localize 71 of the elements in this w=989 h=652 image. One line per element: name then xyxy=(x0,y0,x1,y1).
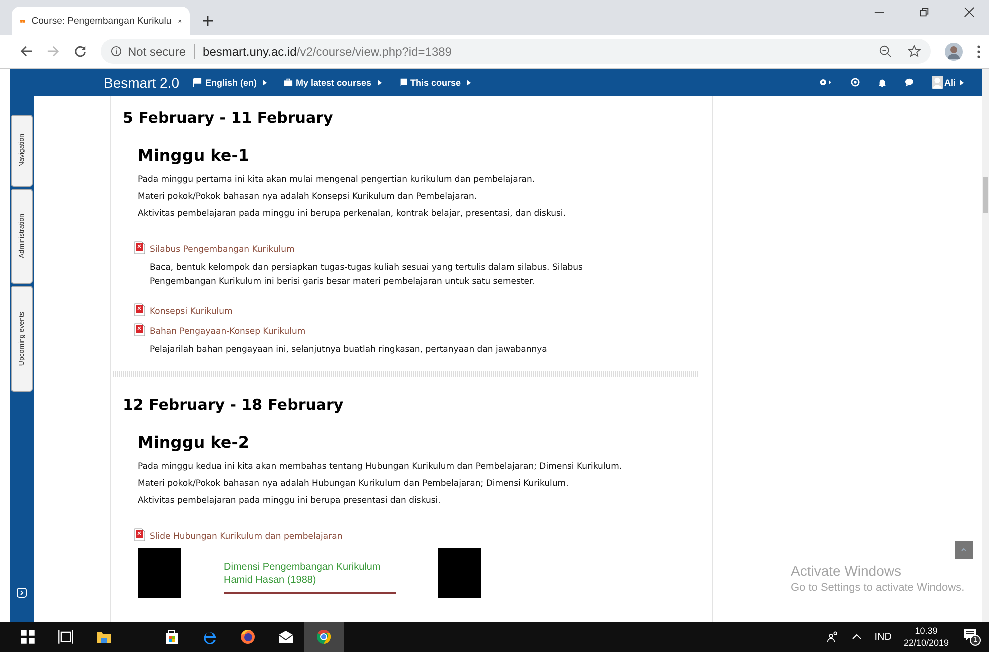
resource-link[interactable]: Silabus Pengembangan Kurikulum xyxy=(150,245,295,255)
slide-text: Hamid Hasan (1988) xyxy=(224,574,318,587)
star-icon[interactable] xyxy=(908,45,921,58)
section-paragraph: Materi pokok/Pokok bahasan nya adalah Hubungan Kurikulum dan Pembelajaran; Dimensi Kurikulum. xyxy=(138,479,570,490)
activation-title: Activate Windows xyxy=(791,563,902,579)
briefcase-icon xyxy=(284,78,293,87)
profile-avatar-icon[interactable] xyxy=(945,42,963,60)
expand-icon[interactable] xyxy=(17,588,27,598)
store-bag-icon[interactable] xyxy=(164,629,180,645)
pdf-file-icon xyxy=(134,303,146,317)
navbar-menu[interactable]: My latest courses xyxy=(284,78,382,88)
security-label: Not secure xyxy=(128,44,186,58)
flag-icon xyxy=(193,78,202,87)
info-icon xyxy=(111,46,122,57)
week-heading: Minggu ke-1 xyxy=(138,146,250,165)
slide-text: Dimensi Pengembangan Kurikulum xyxy=(224,561,382,574)
chrome-icon xyxy=(316,629,332,645)
resource-link[interactable]: Slide Hubungan Kurikulum dan pembelajaran xyxy=(150,532,343,542)
caret-icon xyxy=(960,80,964,86)
user-avatar-icon xyxy=(932,76,944,89)
caret-icon xyxy=(467,80,472,86)
clock-time: 10.39 xyxy=(915,625,938,637)
task-view-icon[interactable] xyxy=(58,629,74,645)
user-menu[interactable]: Ali xyxy=(932,76,964,89)
chat-icon[interactable] xyxy=(905,78,914,87)
navbar-menu[interactable]: English (en) xyxy=(193,78,267,88)
resource-link[interactable]: Bahan Pengayaan-Konsep Kurikulum xyxy=(150,327,306,337)
clock[interactable]: 10.39 22/10/2019 xyxy=(904,625,949,649)
folder-icon[interactable] xyxy=(96,629,112,645)
section-paragraph: Pada minggu pertama ini kita akan mulai mengenal pengertian kurikulum dan pembelajaran. xyxy=(138,175,536,186)
people-icon[interactable] xyxy=(826,631,839,643)
caret-icon xyxy=(378,80,382,86)
new-tab-icon[interactable] xyxy=(202,15,214,27)
resource-link[interactable]: Konsepsi Kurikulum xyxy=(150,307,233,317)
book-icon xyxy=(398,78,408,87)
resource-description: Pelajarilah bahan pengayaan ini, selanjutnya buatlah ringkasan, pertanyaan dan jawabannya xyxy=(150,344,548,357)
navbar-menu[interactable]: This course xyxy=(398,78,472,88)
pdf-file-icon xyxy=(134,241,146,255)
bell-icon[interactable] xyxy=(878,78,888,87)
settings-icon[interactable] xyxy=(819,78,834,87)
site-brand[interactable]: Besmart 2.0 xyxy=(104,74,180,90)
pdf-file-icon xyxy=(134,323,146,337)
section-paragraph: Aktivitas pembelajaran pada minggu ini berupa perkenalan, kontrak belajar, presentasi, dan diskusi. xyxy=(138,209,567,220)
address-field[interactable]: Not secure besmart.uny.ac.id/v2/course/view.php?id=1389 xyxy=(101,39,931,64)
zoom-icon[interactable] xyxy=(879,45,892,58)
section-date-heading: 12 February - 18 February xyxy=(123,396,345,414)
reload-icon[interactable] xyxy=(74,45,87,58)
menu-icon[interactable] xyxy=(977,44,981,58)
url-text: besmart.uny.ac.id/v2/course/view.php?id=1389 xyxy=(203,44,452,58)
chrome-taskbar-button[interactable] xyxy=(304,622,344,652)
input-language[interactable]: IND xyxy=(874,632,892,642)
section-paragraph: Aktivitas pembelajaran pada minggu ini berupa presentasi dan diskusi. xyxy=(138,496,442,507)
caret-icon xyxy=(262,80,267,86)
firefox-icon[interactable] xyxy=(240,629,256,645)
pdf-file-icon xyxy=(134,528,146,542)
windows-start-icon[interactable] xyxy=(20,629,36,645)
clock-date: 22/10/2019 xyxy=(904,637,949,649)
back-arrow-icon[interactable] xyxy=(20,45,33,58)
close-icon[interactable] xyxy=(964,7,975,18)
activation-subtitle: Go to Settings to activate Windows. xyxy=(791,582,966,594)
resource-description: Baca, bentuk kelompok dan persiapkan tugas-tugas kuliah sesuai yang tertulis dalam silabus. Silabus Pengembangan Kurikulum ini berisi garis besar materi pembelajaran untuk satu semester. xyxy=(150,262,584,289)
restore-icon[interactable] xyxy=(919,7,930,18)
target-icon[interactable] xyxy=(851,78,860,87)
week-heading: Minggu ke-2 xyxy=(138,433,250,452)
section-date-heading: 5 February - 11 February xyxy=(123,109,334,127)
tab-title: Course: Pengembangan Kurikulu xyxy=(32,16,172,26)
section-paragraph: Materi pokok/Pokok bahasan nya adalah Konsepsi Kurikulum dan Pembelajaran. xyxy=(138,192,478,203)
section-paragraph: Pada minggu kedua ini kita akan membahas tentang Hubungan Kurikulum dan Pembelajaran; Dimensi Kurikulum. xyxy=(138,462,624,473)
mail-icon[interactable] xyxy=(278,629,294,645)
browser-tab[interactable]: Course: Pengembangan Kurikulu xyxy=(12,7,190,35)
scrollbar[interactable] xyxy=(982,69,989,622)
